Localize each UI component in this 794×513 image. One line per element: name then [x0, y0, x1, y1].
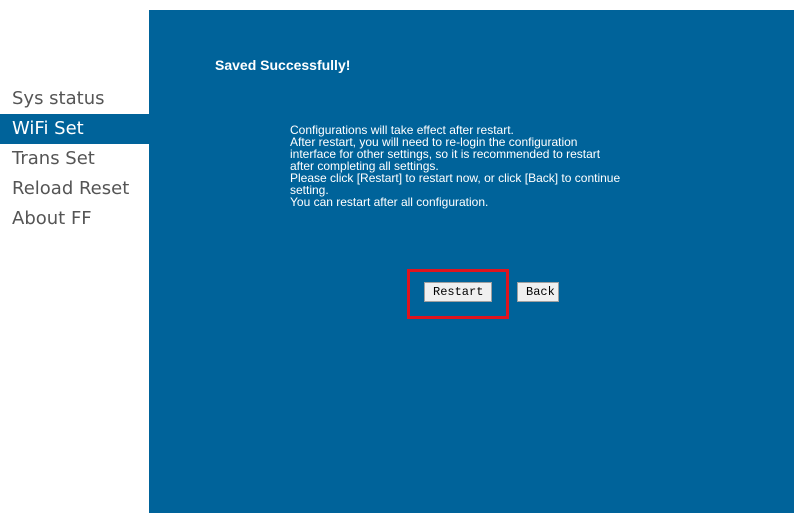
page-title: Saved Successfully! [215, 57, 351, 73]
sidebar-nav: Sys status WiFi Set Trans Set Reload Res… [0, 84, 149, 234]
sidebar-item-trans-set[interactable]: Trans Set [0, 144, 149, 174]
back-button[interactable]: Back [517, 282, 559, 302]
sidebar-item-sys-status[interactable]: Sys status [0, 84, 149, 114]
main-panel: Saved Successfully! Configurations will … [149, 10, 794, 513]
restart-message: Configurations will take effect after re… [290, 124, 710, 208]
restart-button[interactable]: Restart [424, 282, 492, 302]
sidebar-item-reload-reset[interactable]: Reload Reset [0, 174, 149, 204]
sidebar-item-wifi-set[interactable]: WiFi Set [0, 114, 149, 144]
page: Sys status WiFi Set Trans Set Reload Res… [0, 0, 794, 513]
message-line: You can restart after all configuration. [290, 195, 489, 209]
message-line: Please click [Restart] to restart now, o… [290, 171, 621, 185]
sidebar-item-about-ff[interactable]: About FF [0, 204, 149, 234]
